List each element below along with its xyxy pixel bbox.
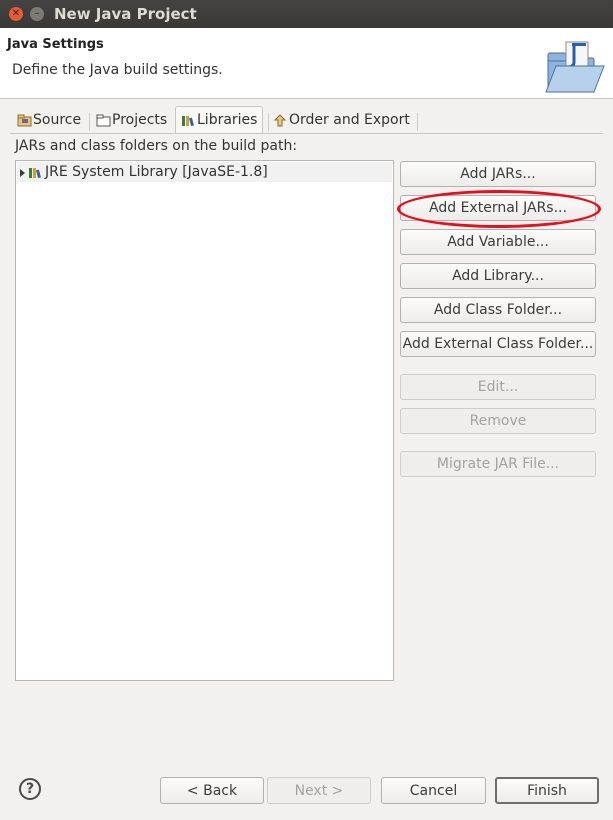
add-external-jars-button[interactable]: Add External JARs... <box>400 195 596 221</box>
back-button[interactable]: < Back <box>160 777 264 804</box>
tab-separator <box>89 113 90 131</box>
add-external-class-folder-button[interactable]: Add External Class Folder... <box>400 331 596 357</box>
title-bar: ✕ – New Java Project <box>0 0 613 28</box>
source-folder-icon <box>17 114 32 126</box>
window-title: New Java Project <box>54 5 197 23</box>
add-variable-button[interactable]: Add Variable... <box>400 229 596 255</box>
tab-projects[interactable]: Projects <box>96 107 167 133</box>
add-library-button[interactable]: Add Library... <box>400 263 596 289</box>
tree-item[interactable]: JRE System Library [JavaSE-1.8] <box>17 162 392 182</box>
tab-libraries[interactable]: Libraries <box>175 106 264 134</box>
tab-libraries-label: Libraries <box>197 112 258 128</box>
library-jar-icon <box>29 168 41 179</box>
minimize-window-button[interactable]: – <box>30 7 44 21</box>
tab-separator <box>268 113 269 131</box>
page-description: Define the Java build settings. <box>12 62 223 78</box>
tab-source-label: Source <box>33 112 82 128</box>
wizard-header: Java Settings Define the Java build sett… <box>0 28 613 99</box>
tab-projects-label: Projects <box>112 112 168 128</box>
close-window-button[interactable]: ✕ <box>9 7 23 21</box>
tab-separator <box>417 113 418 131</box>
tab-source[interactable]: Source <box>17 107 81 133</box>
migrate-jar-file-button[interactable]: Migrate JAR File... <box>400 451 596 477</box>
build-path-tree[interactable]: JRE System Library [JavaSE-1.8] <box>15 160 394 681</box>
tab-order-export-label: Order and Export <box>289 112 410 128</box>
projects-folder-icon <box>96 114 111 126</box>
tab-order-and-export[interactable]: Order and Export <box>273 107 410 133</box>
page-title: Java Settings <box>7 37 104 52</box>
edit-button[interactable]: Edit... <box>400 374 596 400</box>
java-project-wizard-icon <box>545 41 605 93</box>
next-button[interactable]: Next > <box>267 777 371 804</box>
tab-strip-border <box>10 133 603 134</box>
add-class-folder-button[interactable]: Add Class Folder... <box>400 297 596 323</box>
libraries-icon <box>182 115 194 126</box>
remove-button[interactable]: Remove <box>400 408 596 434</box>
build-path-label: JARs and class folders on the build path… <box>15 138 298 154</box>
add-jars-button[interactable]: Add JARs... <box>400 161 596 187</box>
cancel-button[interactable]: Cancel <box>381 777 486 804</box>
order-export-icon <box>273 113 287 126</box>
finish-button[interactable]: Finish <box>495 777 599 804</box>
tree-item-label: JRE System Library [JavaSE-1.8] <box>45 164 268 180</box>
expand-arrow-icon[interactable] <box>20 169 25 177</box>
help-icon[interactable]: ? <box>19 778 41 800</box>
